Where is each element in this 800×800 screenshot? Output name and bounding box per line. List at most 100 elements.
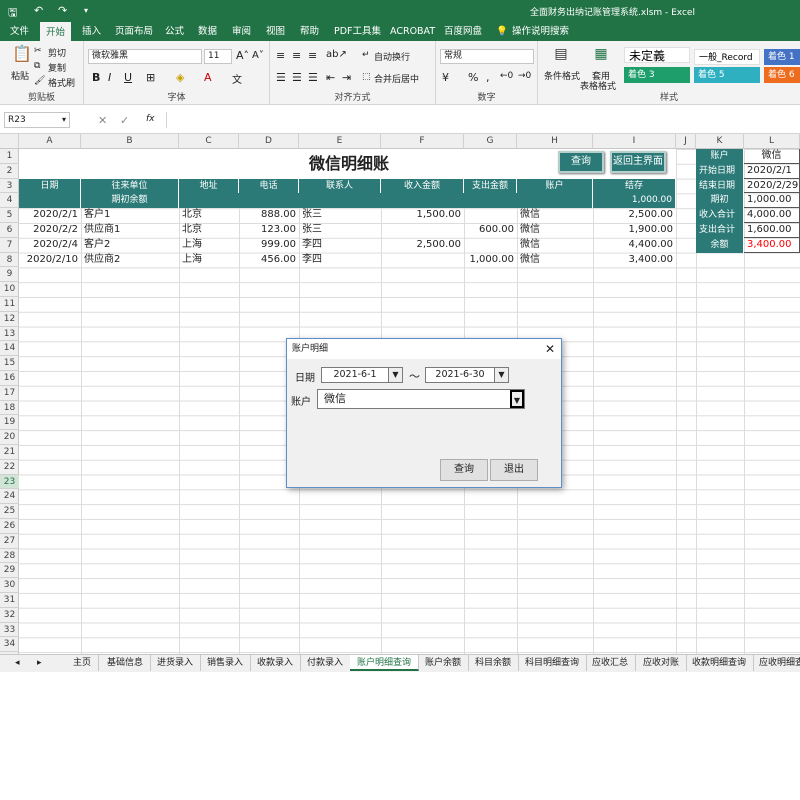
phonetic-icon[interactable]: 文 [232, 71, 242, 86]
conditional-format-icon[interactable]: ▤ [552, 47, 570, 65]
align-bottom-icon[interactable]: ≡ [308, 49, 317, 62]
row-header[interactable]: 30 [0, 578, 19, 593]
scroll-right-icon[interactable]: ▸ [30, 655, 49, 671]
tab-home[interactable]: 开始 [40, 22, 72, 41]
column-header-i[interactable]: I [593, 134, 676, 149]
table-cell[interactable]: 张三 [299, 223, 381, 238]
row-header[interactable]: 9 [0, 267, 19, 283]
enter-icon[interactable]: ✓ [120, 114, 129, 127]
table-cell[interactable]: 999.00 [239, 238, 299, 253]
paste-icon[interactable]: 📋 [12, 46, 32, 67]
row-header[interactable]: 2 [0, 164, 19, 179]
quick-access-dropdown-icon[interactable]: ▾ [84, 6, 88, 15]
row-header[interactable]: 27 [0, 534, 19, 549]
row-header[interactable]: 25 [0, 504, 19, 519]
font-name-select[interactable]: 微软雅黑 [88, 49, 202, 64]
date-to-combo[interactable]: 2021-6-30 ▼ [425, 367, 509, 383]
scroll-left-icon[interactable]: ◂ [8, 655, 27, 671]
table-cell[interactable] [464, 238, 517, 253]
tab-acrobat[interactable]: ACROBAT [390, 22, 435, 41]
sheet-tab[interactable]: 收款录入 [250, 655, 302, 671]
column-header-g[interactable]: G [464, 134, 517, 149]
align-top-icon[interactable]: ≡ [276, 49, 285, 62]
row-header[interactable]: 7 [0, 238, 19, 253]
column-header-k[interactable]: K [696, 134, 744, 149]
row-header[interactable]: 23 [0, 474, 19, 490]
row-header[interactable]: 10 [0, 282, 19, 297]
formula-input[interactable] [166, 112, 796, 128]
align-left-icon[interactable]: ☰ [276, 71, 286, 84]
tab-review[interactable]: 审阅 [232, 22, 251, 41]
table-cell[interactable]: 2,500.00 [593, 208, 676, 223]
sheet-tab[interactable]: 科目余额 [468, 655, 520, 671]
tell-me-search[interactable]: 操作说明搜索 [512, 22, 569, 41]
summary-value[interactable]: 2020/2/1 [744, 163, 800, 179]
wrap-text-icon[interactable]: ↵ [362, 50, 370, 60]
undo-icon[interactable]: ↶ [34, 4, 43, 17]
row-header[interactable]: 28 [0, 549, 19, 564]
sheet-tab[interactable]: 主页 [66, 655, 100, 671]
row-header[interactable]: 11 [0, 297, 19, 312]
table-cell[interactable] [381, 223, 464, 238]
summary-value[interactable]: 2020/2/29 [744, 178, 800, 194]
wrap-text-button[interactable]: 自动换行 [374, 50, 410, 63]
table-cell[interactable]: 微信 [517, 238, 593, 253]
table-cell[interactable]: 供应商1 [81, 223, 179, 238]
account-combo[interactable]: 微信 ▼ [317, 389, 525, 409]
redo-icon[interactable]: ↷ [58, 4, 67, 17]
summary-value[interactable]: 1,600.00 [744, 223, 800, 238]
close-icon[interactable]: ✕ [545, 342, 555, 356]
table-cell[interactable]: 客户2 [81, 238, 179, 253]
table-cell[interactable]: 888.00 [239, 208, 299, 223]
table-cell[interactable]: 2,500.00 [381, 238, 464, 253]
summary-value[interactable]: 1,000.00 [744, 193, 800, 209]
table-cell[interactable]: 600.00 [464, 223, 517, 238]
style-cell-accent1[interactable]: 着色 1 [764, 49, 800, 65]
currency-icon[interactable]: ¥ [442, 71, 449, 84]
table-cell[interactable]: 北京 [179, 208, 239, 223]
sheet-tab[interactable]: 应收明细查 [752, 655, 800, 671]
row-header[interactable]: 24 [0, 489, 19, 505]
conditional-format-button[interactable]: 条件格式 [544, 69, 580, 82]
row-header[interactable]: 33 [0, 623, 19, 638]
dialog-exit-button[interactable]: 退出 [490, 459, 538, 481]
table-cell[interactable] [381, 253, 464, 268]
table-cell[interactable]: 1,000.00 [464, 253, 517, 268]
underline-icon[interactable]: U [124, 71, 132, 84]
table-cell[interactable]: 微信 [517, 253, 593, 268]
scissors-icon[interactable]: ✂ [34, 46, 42, 56]
style-cell-record[interactable]: 一般_Record [694, 49, 760, 65]
tab-data[interactable]: 数据 [198, 22, 217, 41]
column-header-b[interactable]: B [81, 134, 179, 149]
column-header-d[interactable]: D [239, 134, 299, 149]
number-format-select[interactable]: 常规 [440, 49, 534, 64]
shrink-font-icon[interactable]: A˅ [252, 50, 264, 61]
column-header-e[interactable]: E [299, 134, 381, 149]
name-box[interactable]: R23 [4, 112, 70, 128]
save-icon[interactable]: 🖫 [8, 4, 17, 23]
table-cell[interactable]: 1,500.00 [381, 208, 464, 223]
summary-value[interactable]: 3,400.00 [744, 237, 800, 253]
column-header-j[interactable]: J [676, 134, 696, 149]
row-header[interactable]: 14 [0, 341, 19, 357]
style-cell-undefined[interactable]: 未定義 [624, 47, 690, 63]
column-header-c[interactable]: C [179, 134, 239, 149]
query-button[interactable]: 查询 [558, 151, 604, 173]
row-header[interactable]: 15 [0, 356, 19, 371]
table-cell[interactable]: 微信 [517, 223, 593, 238]
sheet-tab[interactable]: 进货录入 [150, 655, 202, 671]
name-box-dropdown-icon[interactable]: ▾ [62, 115, 66, 124]
sheet-tab[interactable]: 基础信息 [100, 655, 152, 671]
table-cell[interactable]: 123.00 [239, 223, 299, 238]
row-header[interactable]: 13 [0, 327, 19, 342]
fill-color-icon[interactable]: ◈ [176, 71, 184, 84]
row-header[interactable]: 21 [0, 445, 19, 460]
tab-page-layout[interactable]: 页面布局 [115, 22, 153, 41]
copy-button[interactable]: 复制 [48, 61, 66, 74]
table-cell[interactable]: 2020/2/10 [19, 253, 81, 268]
tab-pdf-tools[interactable]: PDF工具集 [334, 22, 381, 41]
font-color-icon[interactable]: A [204, 71, 212, 84]
row-header[interactable]: 32 [0, 608, 19, 623]
row-header[interactable]: 18 [0, 401, 19, 416]
summary-value[interactable]: 4,000.00 [744, 208, 800, 223]
